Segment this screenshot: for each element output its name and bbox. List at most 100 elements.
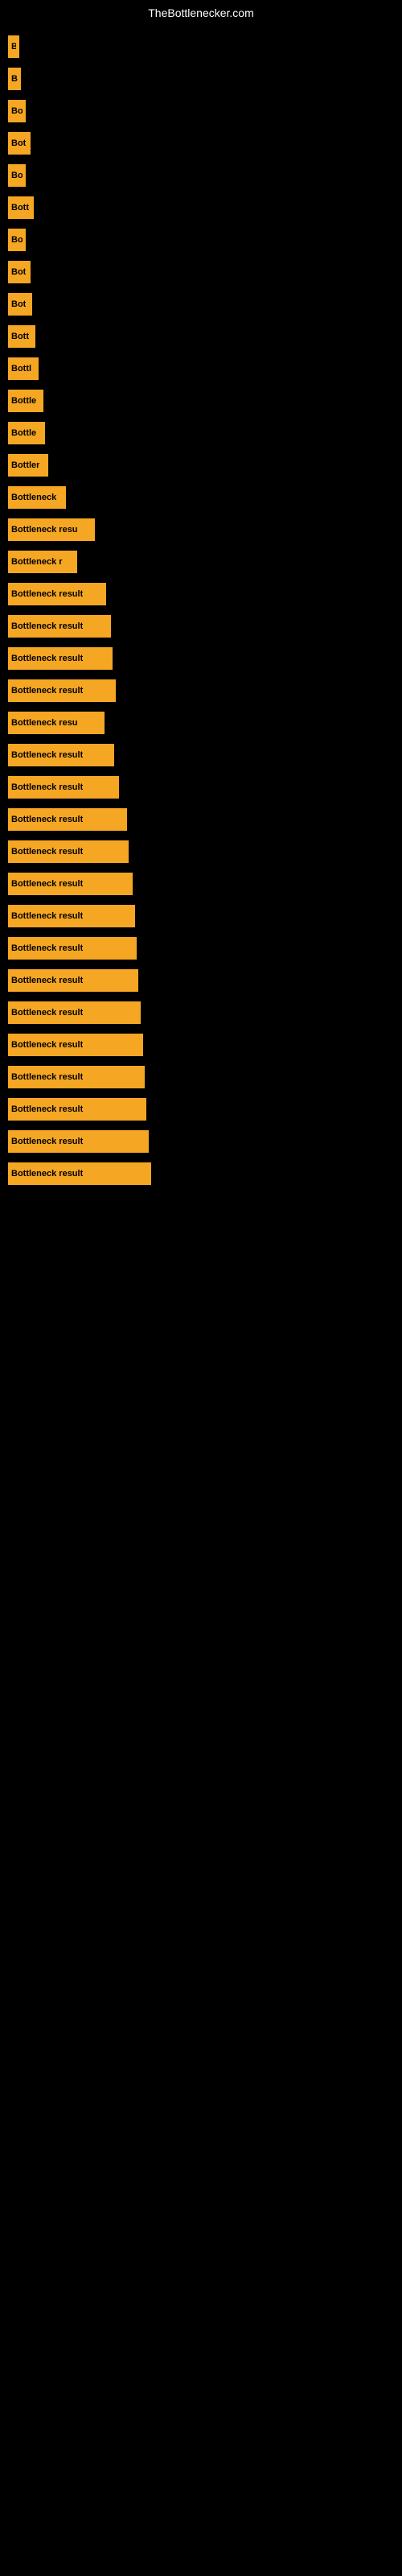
bar-28: Bottleneck result: [8, 937, 137, 960]
bar-label-5: Bott: [11, 203, 29, 213]
bar-row: Bottleneck result: [8, 1061, 402, 1093]
bar-1: B: [8, 68, 21, 90]
bar-label-14: Bottleneck: [11, 493, 56, 502]
bar-label-18: Bottleneck result: [11, 621, 83, 631]
bar-18: Bottleneck result: [8, 615, 111, 638]
bar-row: Bottleneck result: [8, 739, 402, 771]
bar-24: Bottleneck result: [8, 808, 127, 831]
bar-label-28: Bottleneck result: [11, 943, 83, 953]
bar-19: Bottleneck result: [8, 647, 113, 670]
bar-13: Bottler: [8, 454, 48, 477]
bar-label-29: Bottleneck result: [11, 976, 83, 985]
bar-6: Bo: [8, 229, 26, 251]
bar-row: B: [8, 31, 402, 63]
bar-23: Bottleneck result: [8, 776, 119, 799]
bar-row: Bottleneck result: [8, 997, 402, 1029]
bar-row: Bottleneck result: [8, 1029, 402, 1061]
bar-row: Bottleneck result: [8, 642, 402, 675]
bar-row: Bo: [8, 95, 402, 127]
bar-row: Bottleneck result: [8, 836, 402, 868]
bar-row: Bottleneck result: [8, 610, 402, 642]
bar-row: Bo: [8, 159, 402, 192]
bar-label-22: Bottleneck result: [11, 750, 83, 760]
bar-label-12: Bottle: [11, 428, 36, 438]
bar-label-27: Bottleneck result: [11, 911, 83, 921]
bar-row: Bottleneck: [8, 481, 402, 514]
bar-label-24: Bottleneck result: [11, 815, 83, 824]
site-title-container: TheBottlenecker.com: [0, 0, 402, 23]
bar-2: Bo: [8, 100, 26, 122]
bar-31: Bottleneck result: [8, 1034, 143, 1056]
bar-label-8: Bot: [11, 299, 26, 309]
bar-5: Bott: [8, 196, 34, 219]
bar-row: Bottleneck result: [8, 868, 402, 900]
bar-21: Bottleneck resu: [8, 712, 105, 734]
bar-label-20: Bottleneck result: [11, 686, 83, 696]
bar-label-34: Bottleneck result: [11, 1137, 83, 1146]
bar-0: B: [8, 35, 19, 58]
bar-7: Bot: [8, 261, 31, 283]
bar-11: Bottle: [8, 390, 43, 412]
bar-row: Bottleneck result: [8, 900, 402, 932]
bar-20: Bottleneck result: [8, 679, 116, 702]
bar-row: Bottleneck result: [8, 803, 402, 836]
bar-29: Bottleneck result: [8, 969, 138, 992]
bars-container: B B Bo Bot Bo Bott Bo Bot Bot Bott Bottl Bottle Bott…: [0, 23, 402, 1190]
bar-8: Bot: [8, 293, 32, 316]
bar-label-17: Bottleneck result: [11, 589, 83, 599]
bar-label-2: Bo: [11, 106, 23, 116]
bar-row: Bottleneck resu: [8, 514, 402, 546]
bar-label-26: Bottleneck result: [11, 879, 83, 889]
bar-row: Bot: [8, 127, 402, 159]
bar-25: Bottleneck result: [8, 840, 129, 863]
bar-row: Bott: [8, 192, 402, 224]
bar-label-6: Bo: [11, 235, 23, 245]
bar-label-1: B: [11, 74, 18, 84]
bar-label-9: Bott: [11, 332, 29, 341]
bar-22: Bottleneck result: [8, 744, 114, 766]
bar-label-19: Bottleneck result: [11, 654, 83, 663]
bar-label-16: Bottleneck r: [11, 557, 63, 567]
bar-label-11: Bottle: [11, 396, 36, 406]
bar-row: Bottleneck result: [8, 1093, 402, 1125]
bar-26: Bottleneck result: [8, 873, 133, 895]
bar-row: Bottleneck resu: [8, 707, 402, 739]
bar-35: Bottleneck result: [8, 1162, 151, 1185]
bar-label-32: Bottleneck result: [11, 1072, 83, 1082]
bar-label-35: Bottleneck result: [11, 1169, 83, 1179]
bar-row: Bot: [8, 256, 402, 288]
bar-15: Bottleneck resu: [8, 518, 95, 541]
bar-row: Bottler: [8, 449, 402, 481]
bar-label-13: Bottler: [11, 460, 39, 470]
bar-row: Bottleneck result: [8, 675, 402, 707]
bar-label-33: Bottleneck result: [11, 1104, 83, 1114]
bar-row: Bo: [8, 224, 402, 256]
bar-30: Bottleneck result: [8, 1001, 141, 1024]
bar-27: Bottleneck result: [8, 905, 135, 927]
bar-row: Bottleneck result: [8, 964, 402, 997]
bar-label-31: Bottleneck result: [11, 1040, 83, 1050]
bar-label-15: Bottleneck resu: [11, 525, 78, 535]
bar-34: Bottleneck result: [8, 1130, 149, 1153]
bar-row: Bottleneck result: [8, 771, 402, 803]
bar-3: Bot: [8, 132, 31, 155]
bar-label-23: Bottleneck result: [11, 782, 83, 792]
bar-row: Bottle: [8, 385, 402, 417]
bar-12: Bottle: [8, 422, 45, 444]
bar-row: Bottl: [8, 353, 402, 385]
bar-row: Bottleneck result: [8, 1158, 402, 1190]
bar-10: Bottl: [8, 357, 39, 380]
bar-label-7: Bot: [11, 267, 26, 277]
bar-row: Bottleneck result: [8, 1125, 402, 1158]
bar-32: Bottleneck result: [8, 1066, 145, 1088]
bar-label-30: Bottleneck result: [11, 1008, 83, 1018]
bar-row: B: [8, 63, 402, 95]
bar-row: Bott: [8, 320, 402, 353]
bar-label-21: Bottleneck resu: [11, 718, 78, 728]
bar-row: Bottleneck result: [8, 932, 402, 964]
bar-label-3: Bot: [11, 138, 26, 148]
bar-16: Bottleneck r: [8, 551, 77, 573]
site-title: TheBottlenecker.com: [0, 0, 402, 23]
bar-row: Bottleneck result: [8, 578, 402, 610]
bar-row: Bottleneck r: [8, 546, 402, 578]
